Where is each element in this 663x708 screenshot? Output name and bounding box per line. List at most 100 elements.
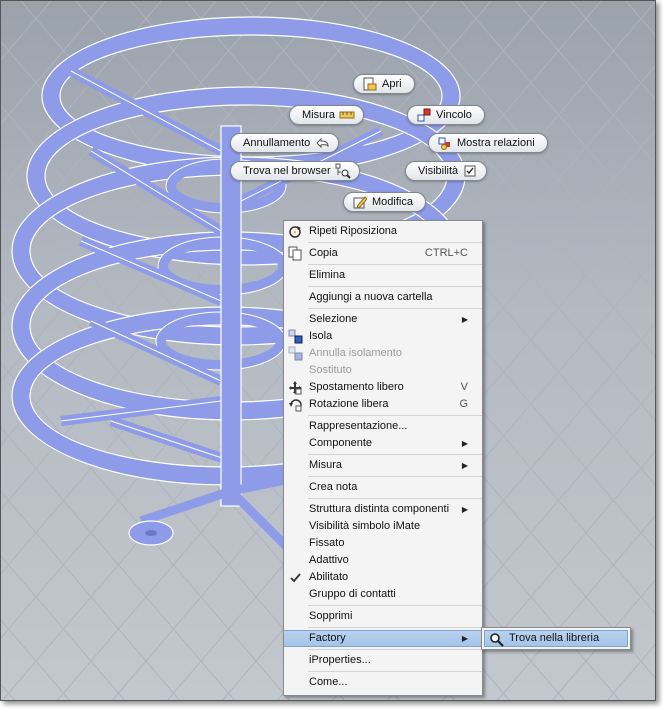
- menu-item-sostituto[interactable]: Sostituto: [284, 362, 482, 379]
- menu-item-label: Sostituto: [309, 364, 352, 376]
- menu-item-annulla-isolamento[interactable]: Annulla isolamento: [284, 345, 482, 362]
- marking-vincolo-button[interactable]: Vincolo: [407, 105, 485, 125]
- menu-separator: [308, 454, 482, 455]
- menu-separator: [308, 476, 482, 477]
- free-move-icon: [287, 379, 304, 396]
- base-arm: [139, 486, 233, 526]
- menu-item-label: Elimina: [309, 269, 346, 281]
- menu-item-ripeti-riposiziona[interactable]: Ripeti Riposiziona: [284, 223, 482, 240]
- menu-item-shortcut: V: [460, 381, 468, 393]
- menu-item-label: Rotazione libera: [309, 398, 389, 410]
- menu-item-factory[interactable]: Factory ▶: [284, 630, 482, 647]
- submenu-arrow-icon: ▶: [461, 634, 468, 643]
- menu-item-label: Misura: [309, 459, 343, 471]
- menu-item-componente[interactable]: Componente ▶: [284, 435, 482, 452]
- factory-submenu: Trova nella libreria: [481, 627, 631, 650]
- menu-item-label: Selezione: [309, 313, 358, 325]
- marking-visibilita-label: Visibilità: [418, 165, 459, 177]
- floor-grid-line: [625, 1, 655, 36]
- menu-separator: [308, 308, 482, 309]
- undo-isolate-icon: [287, 345, 304, 362]
- menu-item-selezione[interactable]: Selezione ▶: [284, 311, 482, 328]
- marking-visibilita-button[interactable]: Visibilità: [405, 161, 488, 181]
- repeat-icon: [287, 223, 304, 240]
- marking-apri-button[interactable]: Apri: [353, 74, 415, 94]
- menu-item-visibilit-simbolo-imate[interactable]: Visibilità simbolo iMate: [284, 518, 482, 535]
- edit-pencil-icon: [352, 194, 368, 210]
- marking-trova-browser-button[interactable]: Trova nel browser: [230, 161, 360, 181]
- undo-icon: [314, 135, 330, 151]
- marking-apri-label: Apri: [382, 78, 402, 90]
- menu-item-rappresentazione[interactable]: Rappresentazione...: [284, 418, 482, 435]
- marking-trova-browser-label: Trova nel browser: [243, 165, 331, 177]
- marking-mostra-relazioni-label: Mostra relazioni: [457, 137, 535, 149]
- floor-grid-line: [460, 1, 655, 229]
- marking-annullamento-label: Annullamento: [243, 137, 311, 149]
- browser-find-icon: [335, 163, 351, 179]
- menu-item-label: Crea nota: [309, 481, 358, 493]
- menu-separator: [308, 627, 482, 628]
- menu-item-label: Componente: [309, 437, 372, 449]
- marking-mostra-relazioni-button[interactable]: Mostra relazioni: [428, 133, 548, 153]
- submenu-item-label: Trova nella libreria: [509, 632, 600, 644]
- menu-separator: [308, 264, 482, 265]
- menu-item-rotazione-libera[interactable]: Rotazione libera G: [284, 396, 482, 413]
- menu-separator: [308, 671, 482, 672]
- submenu-arrow-icon: ▶: [461, 461, 468, 470]
- menu-item-shortcut: G: [459, 398, 468, 410]
- free-rotate-icon: [287, 396, 304, 413]
- menu-item-label: Spostamento libero: [309, 381, 404, 393]
- submenu-arrow-icon: ▶: [461, 505, 468, 514]
- marking-misura-button[interactable]: Misura: [289, 105, 365, 125]
- menu-item-label: Copia: [309, 247, 338, 259]
- menu-item-label: Rappresentazione...: [309, 420, 408, 432]
- checkmark-icon: [287, 569, 304, 586]
- isolate-icon: [287, 328, 304, 345]
- menu-separator: [308, 649, 482, 650]
- spoke-edge: [110, 420, 232, 462]
- submenu-item-trova-nella-libreria[interactable]: Trova nella libreria: [484, 630, 628, 647]
- menu-item-label: iProperties...: [309, 654, 371, 666]
- floor-grid-line: [570, 1, 655, 100]
- menu-item-abilitato[interactable]: Abilitato: [284, 569, 482, 586]
- marking-annullamento-button[interactable]: Annullamento: [230, 133, 340, 153]
- base-foot-hole: [145, 530, 157, 536]
- marking-modifica-button[interactable]: Modifica: [343, 192, 426, 212]
- floor-grid-line: [1, 683, 15, 700]
- menu-item-crea-nota[interactable]: Crea nota: [284, 479, 482, 496]
- menu-item-label: Struttura distinta componenti: [309, 503, 450, 515]
- checkbox-icon: [462, 163, 478, 179]
- context-menu: Ripeti Riposiziona Copia CTRL+C Elimina Aggi…: [283, 220, 483, 696]
- relations-icon: [437, 135, 453, 151]
- menu-item-copia[interactable]: Copia CTRL+C: [284, 245, 482, 262]
- menu-item-label: Annulla isolamento: [309, 347, 402, 359]
- menu-item-fissato[interactable]: Fissato: [284, 535, 482, 552]
- marking-misura-label: Misura: [302, 109, 336, 121]
- marking-modifica-label: Modifica: [372, 196, 413, 208]
- menu-item-struttura-distinta-componenti[interactable]: Struttura distinta componenti ▶: [284, 501, 482, 518]
- submenu-arrow-icon: ▶: [461, 439, 468, 448]
- menu-item-sopprimi[interactable]: Sopprimi: [284, 608, 482, 625]
- menu-separator: [308, 498, 482, 499]
- menu-item-iproperties[interactable]: iProperties...: [284, 652, 482, 669]
- menu-item-come[interactable]: Come...: [284, 674, 482, 691]
- marking-vincolo-label: Vincolo: [436, 109, 472, 121]
- menu-item-label: Gruppo di contatti: [309, 588, 396, 600]
- menu-item-label: Sopprimi: [309, 610, 353, 622]
- menu-item-adattivo[interactable]: Adattivo: [284, 552, 482, 569]
- application-window: Apri Misura Vincolo Annullamento Mostra …: [0, 0, 656, 701]
- menu-item-elimina[interactable]: Elimina: [284, 267, 482, 284]
- menu-item-isola[interactable]: Isola: [284, 328, 482, 345]
- menu-item-gruppo-di-contatti[interactable]: Gruppo di contatti: [284, 586, 482, 603]
- constraint-icon: [416, 107, 432, 123]
- menu-item-label: Factory: [309, 632, 346, 644]
- menu-item-spostamento-libero[interactable]: Spostamento libero V: [284, 379, 482, 396]
- menu-item-aggiungi-a-nuova-cartella[interactable]: Aggiungi a nuova cartella: [284, 289, 482, 306]
- menu-item-label: Abilitato: [309, 571, 349, 583]
- menu-item-label: Adattivo: [309, 554, 349, 566]
- menu-item-misura[interactable]: Misura ▶: [284, 457, 482, 474]
- menu-item-label: Ripeti Riposiziona: [309, 225, 398, 237]
- magnifier-icon: [488, 631, 505, 648]
- menu-separator: [308, 415, 482, 416]
- menu-item-label: Come...: [309, 676, 348, 688]
